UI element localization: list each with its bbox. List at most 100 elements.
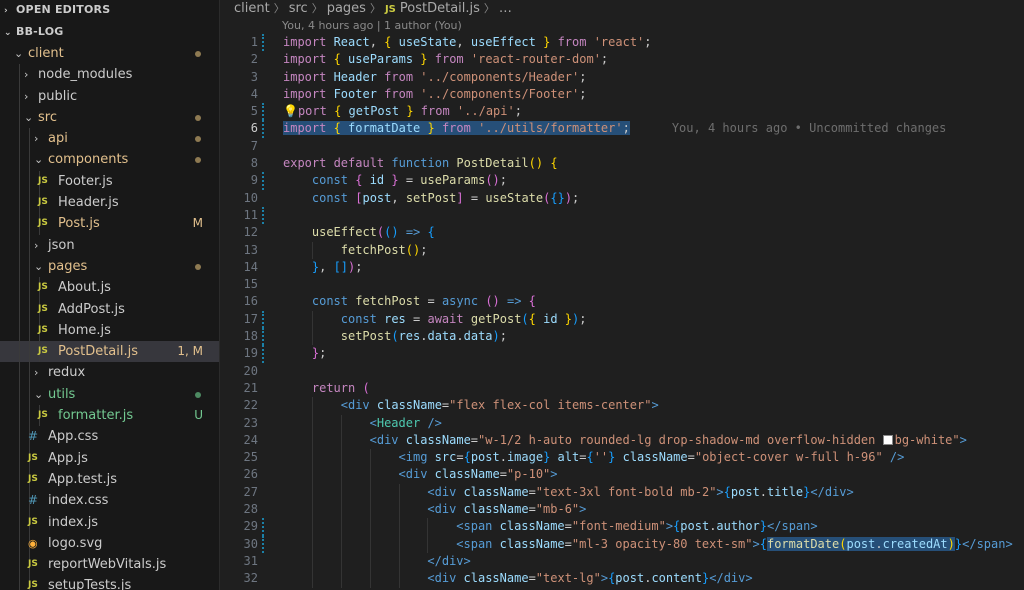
code-line[interactable]: 10 const [post, setPost] = useState({}); xyxy=(220,190,1024,207)
code-token: image xyxy=(506,450,544,465)
tree-folder-redux[interactable]: › redux xyxy=(0,362,219,384)
code-editor[interactable]: client 〉 src 〉 pages 〉 JS PostDetail.js 〉… You, … xyxy=(220,0,1024,590)
tree-file-postdetail-js[interactable]: JS PostDetail.js 1, M xyxy=(0,341,219,363)
tree-item-label: client xyxy=(28,46,64,61)
code-token: "text-3xl font-bold mb-2" xyxy=(535,484,717,499)
lightbulb-icon[interactable]: 💡 xyxy=(283,104,298,118)
code-token: '../components/Header' xyxy=(420,69,580,84)
tree-folder-pages[interactable]: ⌄ pages xyxy=(0,255,219,278)
code-line[interactable]: 23 <Header /> xyxy=(220,414,1024,432)
code-line[interactable]: 26 <div className="p-10"> xyxy=(220,466,1024,484)
code-line[interactable]: 2 import { useParams } from 'react-router… xyxy=(220,51,1024,68)
breadcrumb-ellipsis[interactable]: … xyxy=(499,1,512,16)
code-line[interactable]: 4 import Footer from '../components/Foote… xyxy=(220,86,1024,103)
code-line[interactable]: 14}, []); xyxy=(220,259,1024,276)
code-token: from xyxy=(427,52,471,67)
code-line[interactable]: 20 xyxy=(220,363,1024,380)
git-gutter-indicator[interactable] xyxy=(262,34,265,52)
breadcrumb-item[interactable]: pages xyxy=(327,1,366,16)
tree-file-post-js[interactable]: JS Post.js M xyxy=(0,213,219,235)
tree-folder-utils[interactable]: ⌄ utils xyxy=(0,383,219,406)
git-gutter-indicator[interactable] xyxy=(262,345,265,363)
code-line[interactable]: 16 const fetchPost = async () => { xyxy=(220,293,1024,310)
tree-folder-client[interactable]: ⌄ client xyxy=(0,43,219,64)
indent-guide xyxy=(369,535,371,553)
code-line[interactable]: 21 return ( xyxy=(220,380,1024,397)
breadcrumb-file[interactable]: PostDetail.js xyxy=(400,1,480,16)
tree-folder-node-modules[interactable]: › node_modules xyxy=(0,64,219,86)
tree-item-label: utils xyxy=(48,386,76,402)
tree-file-footer-js[interactable]: JS Footer.js xyxy=(0,170,219,193)
tree-file-setuptests-js[interactable]: JS setupTests.js xyxy=(0,575,219,590)
indent-guide xyxy=(311,466,313,484)
tree-file-about-js[interactable]: JS About.js xyxy=(0,277,219,299)
code-line[interactable]: 11 xyxy=(220,206,1024,225)
line-number: 12 xyxy=(243,225,258,240)
tree-file-app-css[interactable]: # App.css xyxy=(0,426,219,448)
code-token: { xyxy=(586,450,594,465)
tree-file-addpost-js[interactable]: JS AddPost.js xyxy=(0,298,219,320)
tree-item-label: public xyxy=(38,88,78,104)
tree-file-reportwebvitals-js[interactable]: JS reportWebVitals.js xyxy=(0,554,219,576)
code-token: React xyxy=(333,35,370,49)
indent-guide xyxy=(19,554,20,576)
code-line[interactable]: 6 import { formatDate } from '../utils/fo… xyxy=(220,120,1024,138)
code-line[interactable]: 22 <div className="flex flex-col items-ce… xyxy=(220,397,1024,415)
code-line[interactable]: 24 <div className="w-1/2 h-auto rounded-l… xyxy=(220,431,1024,450)
git-gutter-indicator[interactable] xyxy=(262,518,265,536)
color-swatch-icon[interactable] xyxy=(882,434,893,445)
project-section[interactable]: ⌄ BB-LOG xyxy=(0,22,219,41)
tree-file-home-js[interactable]: JS Home.js xyxy=(0,319,219,342)
code-line[interactable]: 32 <div className="text-lg">{post.content… xyxy=(220,570,1024,588)
tree-file-app-js[interactable]: JS App.js xyxy=(0,447,219,469)
git-gutter-indicator[interactable] xyxy=(262,535,265,553)
code-line[interactable]: 9 const { id } = useParams(); xyxy=(220,172,1024,190)
git-gutter-indicator[interactable] xyxy=(262,206,265,225)
breadcrumb-item[interactable]: src xyxy=(289,1,308,16)
indent-guide xyxy=(19,85,20,107)
tree-file-app-test-js[interactable]: JS App.test.js xyxy=(0,468,219,491)
codelens-blame[interactable]: You, 4 hours ago | 1 author (You) xyxy=(220,18,1024,34)
code-line[interactable]: 27 <div className="text-3xl font-bold mb-… xyxy=(220,483,1024,502)
tree-file-header-js[interactable]: JS Header.js xyxy=(0,192,219,214)
code-line[interactable]: 30 <span className="ml-3 opacity-80 text-… xyxy=(220,535,1024,553)
code-line[interactable]: 5 💡port { getPost } from '../api'; xyxy=(220,103,1024,121)
indent-guide xyxy=(369,552,371,571)
tree-folder-src[interactable]: ⌄ src xyxy=(0,106,219,129)
open-editors-section[interactable]: › OPEN EDITORS xyxy=(0,0,219,19)
code-line[interactable]: 17 const res = await getPost({ id }); xyxy=(220,310,1024,329)
chevron-down-icon: ⌄ xyxy=(4,28,12,38)
code-line[interactable]: 28 <div className="mb-6"> xyxy=(220,501,1024,519)
code-line[interactable]: 13 fetchPost(); xyxy=(220,241,1024,259)
code-line[interactable]: 12 useEffect(() => { xyxy=(220,224,1024,241)
code-line[interactable]: 25 <img src={post.image} alt={''} classNa… xyxy=(220,449,1024,467)
tree-file-logo-svg[interactable]: ◉ logo.svg xyxy=(0,532,219,555)
code-line[interactable]: 29 <span className="font-medium">{post.au… xyxy=(220,518,1024,536)
code-line[interactable]: 8 export default function PostDetail() { xyxy=(220,155,1024,172)
git-gutter-indicator[interactable] xyxy=(262,172,265,190)
tree-folder-public[interactable]: › public xyxy=(0,85,219,107)
code-area[interactable]: 1 import React, { useState, useEffect } f… xyxy=(220,34,1024,588)
code-token: > xyxy=(745,571,753,586)
git-gutter-indicator[interactable] xyxy=(262,310,265,329)
tree-folder-api[interactable]: › api xyxy=(0,128,219,150)
code-line[interactable]: 15 xyxy=(220,276,1024,293)
line-number: 6 xyxy=(250,121,258,136)
code-token: { xyxy=(723,484,731,499)
tree-file-index-css[interactable]: # index.css xyxy=(0,490,219,512)
tree-file-index-js[interactable]: JS index.js xyxy=(0,511,219,533)
code-line[interactable]: 1 import React, { useState, useEffect } f… xyxy=(220,34,1024,52)
code-line[interactable]: 31 </div> xyxy=(220,552,1024,571)
code-line[interactable]: 18 setPost(res.data.data); xyxy=(220,328,1024,346)
git-gutter-indicator[interactable] xyxy=(262,328,265,346)
code-line[interactable]: 7 xyxy=(220,138,1024,155)
tree-file-formatter-js[interactable]: JS formatter.js U xyxy=(0,405,219,427)
git-gutter-indicator[interactable] xyxy=(262,120,265,138)
tree-folder-components[interactable]: ⌄ components xyxy=(0,149,219,171)
code-line[interactable]: 3 import Header from '../components/Heade… xyxy=(220,69,1024,86)
tree-folder-json[interactable]: › json xyxy=(0,234,219,256)
code-line[interactable]: 19}; xyxy=(220,345,1024,363)
git-gutter-indicator[interactable] xyxy=(262,103,265,121)
breadcrumb-item[interactable]: client xyxy=(234,1,270,16)
code-token: > xyxy=(752,536,760,551)
